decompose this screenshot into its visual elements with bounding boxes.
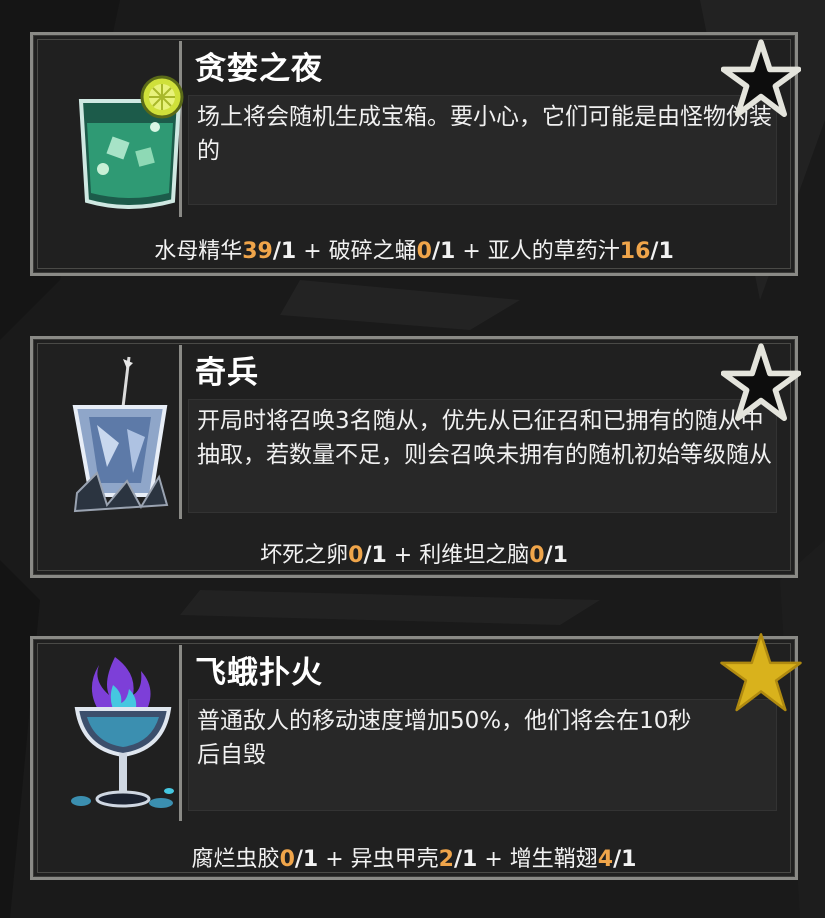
plus-separator: + (393, 543, 413, 568)
ingredient-count: 4 (597, 847, 614, 872)
ingredient-required: /1 (272, 239, 297, 264)
star-outline-icon[interactable] (721, 39, 801, 119)
ingredient-count: 16 (619, 239, 651, 264)
plus-separator: + (325, 847, 344, 872)
ingredient-required: /1 (453, 847, 478, 872)
ice-crystal-glass-icon (72, 356, 169, 513)
green-cocktail-glass-icon (78, 75, 184, 209)
ingredient-name: 腐烂虫胶 (191, 847, 280, 872)
ingredient-required: /1 (650, 239, 674, 264)
recipe-card[interactable]: 贪婪之夜 场上将会随机生成宝箱。要小心，它们可能是由怪物伪装的 水母精华39/1… (30, 32, 801, 276)
plus-separator: + (303, 239, 322, 264)
ingredient-required: /1 (363, 543, 387, 568)
ingredient-count: 0 (279, 847, 295, 872)
description-box: 普通敌人的移动速度增加50%，他们将会在10秒后自毁 (188, 699, 777, 811)
recipe-card[interactable]: 奇兵 开局时将召唤3名随从，优先从已征召和已拥有的随从中抽取，若数量不足，则会召… (30, 336, 801, 578)
recipe-card[interactable]: 飞蛾扑火 普通敌人的移动速度增加50%，他们将会在10秒后自毁 腐烂虫胶0/1 … (30, 633, 802, 880)
card-title: 飞蛾扑火 (195, 655, 323, 691)
star-filled-icon[interactable] (719, 631, 803, 715)
ingredient-name: 异虫甲壳 (350, 847, 439, 872)
ingredient-required: /1 (544, 543, 568, 568)
ingredient-count: 0 (529, 543, 545, 568)
icon-frame (39, 41, 184, 217)
ingredient-required: /1 (613, 847, 637, 872)
ingredient-name: 增生鞘翅 (509, 847, 598, 872)
ingredient-list: 腐烂虫胶0/1 + 异虫甲壳2/1 + 增生鞘翅4/1 (33, 841, 795, 873)
plus-separator: + (484, 847, 503, 872)
ingredient-name: 利维坦之脑 (419, 543, 530, 568)
icon-frame (39, 345, 182, 519)
ingredient-name: 坏死之卵 (260, 543, 349, 568)
ingredient-count: 0 (348, 543, 364, 568)
ingredient-count: 39 (242, 239, 273, 264)
plus-separator: + (462, 239, 481, 264)
description-box: 场上将会随机生成宝箱。要小心，它们可能是由怪物伪装的 (188, 95, 777, 205)
star-outline-icon[interactable] (721, 343, 801, 423)
ingredient-count: 0 (416, 239, 432, 264)
ingredient-name: 亚人的草药汁 (487, 239, 620, 264)
ingredient-list: 坏死之卵0/1 + 利维坦之脑0/1 (33, 537, 795, 569)
card-title: 贪婪之夜 (195, 51, 323, 87)
ingredient-name: 水母精华 (154, 239, 243, 264)
ingredient-name: 破碎之蛹 (328, 239, 417, 264)
description-box: 开局时将召唤3名随从，优先从已征召和已拥有的随从中抽取，若数量不足，则会召唤未拥… (188, 399, 777, 513)
icon-frame (39, 645, 182, 821)
card-title: 奇兵 (195, 355, 259, 391)
ingredient-count: 2 (438, 847, 454, 872)
ingredient-required: /1 (294, 847, 319, 872)
card-description: 场上将会随机生成宝箱。要小心，它们可能是由怪物伪装的 (197, 104, 772, 164)
purple-flame-goblet-icon (71, 657, 174, 808)
card-description: 开局时将召唤3名随从，优先从已征召和已拥有的随从中抽取，若数量不足，则会召唤未拥… (197, 408, 772, 468)
card-description: 普通敌人的移动速度增加50%，他们将会在10秒后自毁 (197, 708, 692, 768)
ingredient-list: 水母精华39/1 + 破碎之蛹0/1 + 亚人的草药汁16/1 (33, 233, 795, 265)
ingredient-required: /1 (431, 239, 456, 264)
